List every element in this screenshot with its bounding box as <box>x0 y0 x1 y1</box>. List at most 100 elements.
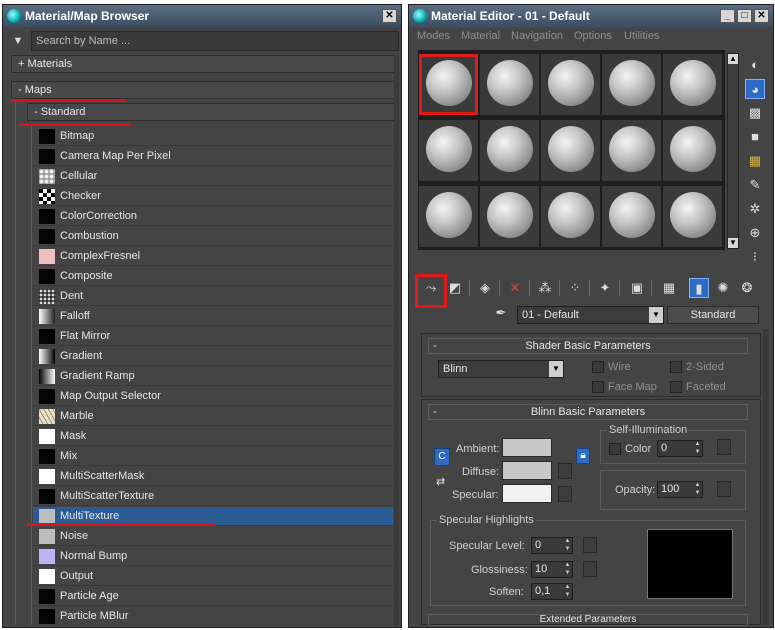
face-map-checkbox[interactable] <box>592 381 604 393</box>
menu-navigation[interactable]: Navigation <box>511 27 563 45</box>
put-to-library-icon[interactable]: ⁘ <box>565 278 585 298</box>
material-sample-slot[interactable] <box>602 54 661 115</box>
go-to-parent-icon[interactable]: ▮ <box>689 278 709 298</box>
self-illum-spinner[interactable]: 0 ▲ ▼ <box>657 440 703 457</box>
put-to-scene-icon[interactable]: ◩ <box>445 278 465 298</box>
shader-rollout-header[interactable]: - Shader Basic Parameters <box>428 338 748 354</box>
map-item[interactable]: Map Output Selector <box>33 387 393 406</box>
map-item[interactable]: Falloff <box>33 307 393 326</box>
map-item[interactable]: Dent <box>33 287 393 306</box>
map-item[interactable]: Gradient Ramp <box>33 367 393 386</box>
filter-options-icon[interactable]: ▼ <box>11 34 25 48</box>
material-map-navigator-icon[interactable]: ⁝ <box>745 247 765 267</box>
menu-modes[interactable]: Modes <box>417 27 450 45</box>
spinner-down-icon[interactable]: ▼ <box>563 546 572 553</box>
specular-color-swatch[interactable] <box>502 484 552 503</box>
spinner-up-icon[interactable]: ▲ <box>563 584 572 591</box>
map-item[interactable]: Noise <box>33 527 393 546</box>
material-sample-slot[interactable] <box>602 120 661 181</box>
faceted-checkbox[interactable] <box>670 381 682 393</box>
background-pattern-icon[interactable]: ❂ <box>737 278 757 298</box>
map-item[interactable]: ColorCorrection <box>33 207 393 226</box>
reset-map-icon[interactable]: ✕ <box>505 278 525 298</box>
background-icon[interactable]: ▩ <box>745 103 765 123</box>
show-shaded-in-viewport-icon[interactable]: ▣ <box>627 278 647 298</box>
spinner-down-icon[interactable]: ▼ <box>563 592 572 599</box>
lock-diffuse-specular-icon[interactable]: ⇄ <box>436 474 450 490</box>
map-item[interactable]: Cellular <box>33 167 393 186</box>
options-icon[interactable]: ✲ <box>745 199 765 219</box>
spinner-up-icon[interactable]: ▲ <box>563 538 572 545</box>
material-sample-slot[interactable] <box>663 54 722 115</box>
spinner-down-icon[interactable]: ▼ <box>693 490 702 497</box>
map-item[interactable]: Combustion <box>33 227 393 246</box>
glossiness-map-button[interactable] <box>583 561 597 577</box>
material-sample-slot[interactable] <box>419 186 478 247</box>
map-item[interactable]: Bitmap <box>33 127 393 146</box>
spinner-down-icon[interactable]: ▼ <box>563 570 572 577</box>
material-name-field[interactable]: 01 - Default ▼ <box>517 306 664 324</box>
browser-scrollbar[interactable] <box>394 55 399 625</box>
map-item[interactable]: Mix <box>33 447 393 466</box>
spinner-up-icon[interactable]: ▲ <box>693 482 702 489</box>
material-sample-slot[interactable] <box>541 120 600 181</box>
diffuse-map-button[interactable] <box>558 463 572 479</box>
maximize-icon[interactable]: □ <box>737 9 752 23</box>
map-item[interactable]: Mask <box>33 427 393 446</box>
soften-spinner[interactable]: 0,1 ▲ ▼ <box>531 583 573 600</box>
map-item[interactable]: Gradient <box>33 347 393 366</box>
map-item[interactable]: Marble <box>33 407 393 426</box>
material-id-channel-icon[interactable]: ✦ <box>595 278 615 298</box>
material-sample-slot[interactable] <box>663 186 722 247</box>
make-preview-icon[interactable]: ✎ <box>745 175 765 195</box>
material-sample-slot[interactable] <box>419 54 478 115</box>
shader-type-dropdown[interactable]: Blinn ▼ <box>438 360 564 378</box>
map-item[interactable]: MultiScatterMask <box>33 467 393 486</box>
lock-map-icon[interactable]: 🔒︎ <box>576 448 590 464</box>
material-sample-slot[interactable] <box>480 186 539 247</box>
map-item[interactable]: Particle MBlur <box>33 607 393 625</box>
ambient-color-swatch[interactable] <box>502 438 552 457</box>
glossiness-spinner[interactable]: 10 ▲ ▼ <box>531 561 573 578</box>
self-illum-color-checkbox[interactable] <box>609 443 621 455</box>
map-item[interactable]: Particle Age <box>33 587 393 606</box>
close-icon[interactable]: ✕ <box>382 9 397 23</box>
eyedropper-icon[interactable]: ✒ <box>491 305 511 323</box>
map-item[interactable]: Output <box>33 567 393 586</box>
show-end-result-icon[interactable]: ▦ <box>659 278 679 298</box>
map-item[interactable]: Normal Bump <box>33 547 393 566</box>
map-item[interactable]: ComplexFresnel <box>33 247 393 266</box>
lock-ambient-diffuse-icon[interactable]: C <box>434 448 450 466</box>
map-item[interactable]: Composite <box>33 267 393 286</box>
two-sided-checkbox[interactable] <box>670 361 682 373</box>
material-sample-slot[interactable] <box>541 186 600 247</box>
map-item[interactable]: MultiScatterTexture <box>33 487 393 506</box>
close-icon[interactable]: ✕ <box>754 9 769 23</box>
blinn-rollout-header[interactable]: - Blinn Basic Parameters <box>428 404 748 420</box>
material-sample-slot[interactable] <box>663 120 722 181</box>
material-type-button[interactable]: Standard <box>667 306 759 324</box>
editor-scrollbar[interactable] <box>763 329 769 625</box>
menu-utilities[interactable]: Utilities <box>624 27 659 45</box>
scroll-down-icon[interactable]: ▼ <box>728 238 738 248</box>
map-item[interactable]: Camera Map Per Pixel <box>33 147 393 166</box>
spinner-down-icon[interactable]: ▼ <box>693 449 702 456</box>
group-maps[interactable]: - Maps <box>11 81 397 99</box>
map-item[interactable]: Flat Mirror <box>33 327 393 346</box>
go-forward-to-sibling-icon[interactable]: ✺ <box>713 278 733 298</box>
editor-titlebar[interactable]: Material Editor - 01 - Default _ □ ✕ <box>409 5 773 27</box>
group-materials[interactable]: + Materials <box>11 55 397 73</box>
menu-material[interactable]: Material <box>461 27 500 45</box>
wire-checkbox[interactable] <box>592 361 604 373</box>
video-color-check-icon[interactable]: ▦ <box>745 151 765 171</box>
menu-options[interactable]: Options <box>574 27 612 45</box>
diffuse-color-swatch[interactable] <box>502 461 552 480</box>
extended-parameters-rollout-header[interactable]: Extended Parameters <box>428 614 748 626</box>
material-sample-slot[interactable] <box>480 120 539 181</box>
spinner-up-icon[interactable]: ▲ <box>563 562 572 569</box>
uv-tiling-icon[interactable]: ■ <box>745 127 765 147</box>
specular-map-button[interactable] <box>558 486 572 502</box>
slots-scrollbar[interactable]: ▲ ▼ <box>727 53 739 249</box>
material-sample-slot[interactable] <box>419 120 478 181</box>
self-illum-map-button[interactable] <box>717 439 731 455</box>
